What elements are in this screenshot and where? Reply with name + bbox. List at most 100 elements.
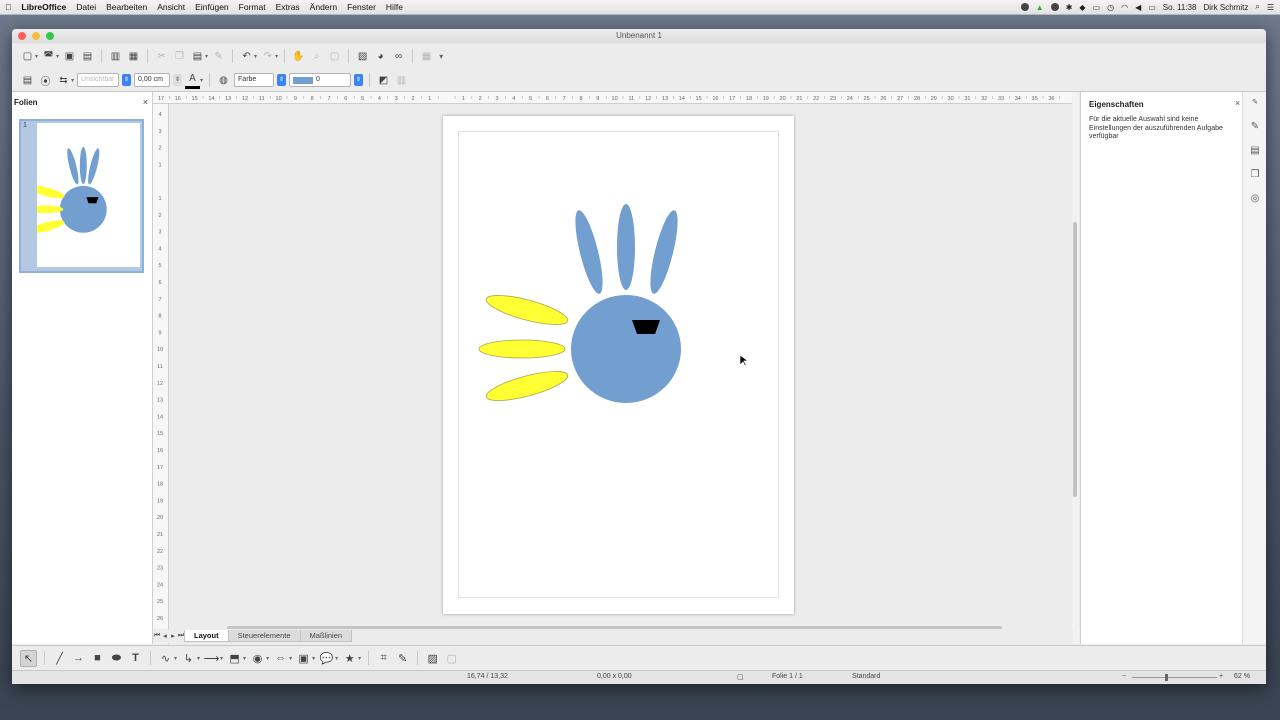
grid-icon[interactable]: ▦: [419, 49, 434, 64]
line-ends-icon[interactable]: ⦿: [38, 73, 53, 88]
copy-icon[interactable]: ❐: [172, 49, 187, 64]
close-sidebar-icon[interactable]: ×: [1235, 98, 1240, 108]
rectangle-tool-icon[interactable]: ■: [90, 651, 105, 666]
navigator-deck-icon[interactable]: ◎: [1248, 192, 1262, 206]
time-machine-icon[interactable]: ◷: [1107, 3, 1114, 12]
horizontal-ruler[interactable]: 17 16 15 14 13 12 11 10 9 8 7 6 5 4 3 2 1 1 2 3 4 5 6 7 8 9 10 11 12…: [153, 92, 1073, 104]
shadow-icon[interactable]: ◩: [376, 73, 391, 88]
save-icon[interactable]: ▣: [62, 49, 77, 64]
select-tool-icon[interactable]: ↖: [20, 649, 37, 667]
zoom-level[interactable]: 62 %: [1234, 673, 1250, 680]
blue-circle-body[interactable]: [571, 295, 681, 403]
insert-chart-icon[interactable]: ◕: [373, 49, 388, 64]
notification-center-icon[interactable]: ☰: [1267, 3, 1274, 12]
tab-steuerelemente[interactable]: Steuerelemente: [227, 630, 301, 642]
menu-ansicht[interactable]: Ansicht: [152, 2, 190, 12]
curve-tool-icon[interactable]: ∿: [158, 651, 173, 666]
insert-image-icon[interactable]: ▧: [355, 49, 370, 64]
evernote-icon[interactable]: ▲: [1036, 3, 1044, 12]
line-width-stepper[interactable]: ⇕: [173, 74, 183, 86]
zoom-window-button[interactable]: [46, 32, 54, 40]
slide-thumbnail-1[interactable]: 1: [19, 119, 144, 273]
spotlight-icon[interactable]: ⌕: [1255, 2, 1259, 12]
insert-hyperlink-icon[interactable]: ∞: [391, 49, 406, 64]
new-document-icon[interactable]: ▢: [20, 49, 35, 64]
vertical-ruler[interactable]: 4 3 2 1 1 2 3 4 5 6 7 8 9 10 11 12 13 14 15 16 17 18 19 20 21 22 2…: [153, 104, 169, 684]
tab-masslinien[interactable]: Maßlinien: [299, 630, 353, 642]
zoom-in-icon[interactable]: +: [1219, 673, 1223, 680]
area-icon[interactable]: ▤: [20, 73, 35, 88]
fontwork-icon[interactable]: ▨: [425, 651, 440, 666]
lines-arrows-tool-icon[interactable]: ⟶: [204, 651, 220, 666]
stars-icon[interactable]: ★: [342, 651, 357, 666]
block-arrows-icon[interactable]: ⇔: [273, 651, 288, 666]
pan-icon[interactable]: ✋: [291, 49, 306, 64]
redo-icon[interactable]: ↷: [260, 49, 275, 64]
menubar-user[interactable]: Dirk Schmitz: [1203, 3, 1248, 12]
menubar-clock[interactable]: So. 11:38: [1163, 3, 1197, 12]
bluetooth-icon[interactable]: ✱: [1066, 3, 1073, 12]
arrow-line-tool-icon[interactable]: →: [71, 651, 86, 666]
connector-tool-icon[interactable]: ↳: [181, 651, 196, 666]
properties-deck-icon[interactable]: ✎: [1248, 120, 1262, 134]
line-color-icon[interactable]: A: [185, 71, 201, 89]
close-window-button[interactable]: [18, 32, 26, 40]
minimize-window-button[interactable]: [32, 32, 40, 40]
vertical-scrollbar-thumb[interactable]: [1073, 222, 1077, 497]
flowchart-icon[interactable]: ▣: [296, 651, 311, 666]
menu-extras[interactable]: Extras: [271, 2, 305, 12]
export-icon[interactable]: ▤: [80, 49, 95, 64]
sync-icon[interactable]: [1050, 3, 1059, 11]
zoom-icon[interactable]: ⌕: [309, 49, 324, 64]
wifi-icon[interactable]: ◠: [1121, 3, 1128, 12]
tab-layout[interactable]: Layout: [184, 630, 229, 642]
menu-format[interactable]: Format: [234, 2, 271, 12]
apple-icon[interactable]: : [0, 2, 16, 12]
zoom-slider-handle[interactable]: [1165, 674, 1168, 681]
blue-finger-middle[interactable]: [617, 204, 635, 290]
zoom-fit-icon[interactable]: ▢: [327, 49, 342, 64]
menu-einfuegen[interactable]: Einfügen: [190, 2, 234, 12]
status-modified-icon[interactable]: ▢: [737, 673, 744, 681]
area-color-dropdown-icon[interactable]: ⇕: [354, 74, 364, 86]
display-icon[interactable]: ▭: [1093, 3, 1101, 12]
export-pdf-icon[interactable]: ▥: [108, 49, 123, 64]
menu-fenster[interactable]: Fenster: [342, 2, 381, 12]
blue-finger-right[interactable]: [645, 208, 683, 296]
vertical-scrollbar[interactable]: [1072, 92, 1079, 644]
blue-finger-left[interactable]: [570, 208, 608, 296]
area-style-dropdown-icon[interactable]: ⇕: [277, 74, 287, 86]
styles-deck-icon[interactable]: ▤: [1248, 144, 1262, 158]
area-fill-icon[interactable]: ◍: [216, 73, 231, 88]
sidebar-menu-icon[interactable]: ✎: [1248, 96, 1262, 110]
area-style-select[interactable]: Farbe: [234, 73, 275, 87]
status-tray-icon[interactable]: [1020, 3, 1029, 11]
points-icon[interactable]: ⌗: [376, 651, 391, 666]
yellow-ray-bottom[interactable]: [484, 365, 570, 406]
close-slides-pane-icon[interactable]: ×: [143, 97, 148, 107]
zoom-slider[interactable]: [1132, 677, 1217, 678]
undo-icon[interactable]: ↶: [239, 49, 254, 64]
ellipse-tool-icon[interactable]: ⬬: [109, 651, 124, 666]
basic-shapes-icon[interactable]: ⬒: [227, 651, 242, 666]
print-icon[interactable]: ▦: [126, 49, 141, 64]
menu-hilfe[interactable]: Hilfe: [381, 2, 408, 12]
callouts-icon[interactable]: 💬: [319, 651, 334, 666]
text-tool-icon[interactable]: T: [128, 651, 143, 666]
window-titlebar[interactable]: Unbenannt 1: [12, 29, 1266, 43]
menu-app-name[interactable]: LibreOffice: [16, 2, 71, 12]
drawing-canvas[interactable]: [169, 104, 1072, 628]
prev-tab-icon[interactable]: ◂: [161, 632, 169, 640]
battery-icon[interactable]: ▭: [1148, 3, 1156, 12]
arrow-style-icon[interactable]: ⇆: [56, 73, 71, 88]
crop-icon[interactable]: ▥: [394, 73, 409, 88]
menu-aendern[interactable]: Ändern: [305, 2, 342, 12]
open-template-icon[interactable]: ◚: [41, 49, 56, 64]
extrusion-icon[interactable]: ▢: [444, 651, 459, 666]
clone-formatting-icon[interactable]: ✎: [211, 49, 226, 64]
zoom-out-icon[interactable]: −: [1122, 673, 1126, 680]
glue-points-icon[interactable]: ✎: [395, 651, 410, 666]
area-color-select[interactable]: 0: [289, 73, 352, 87]
next-tab-icon[interactable]: ▸: [169, 632, 177, 640]
line-tool-icon[interactable]: ╱: [52, 651, 67, 666]
